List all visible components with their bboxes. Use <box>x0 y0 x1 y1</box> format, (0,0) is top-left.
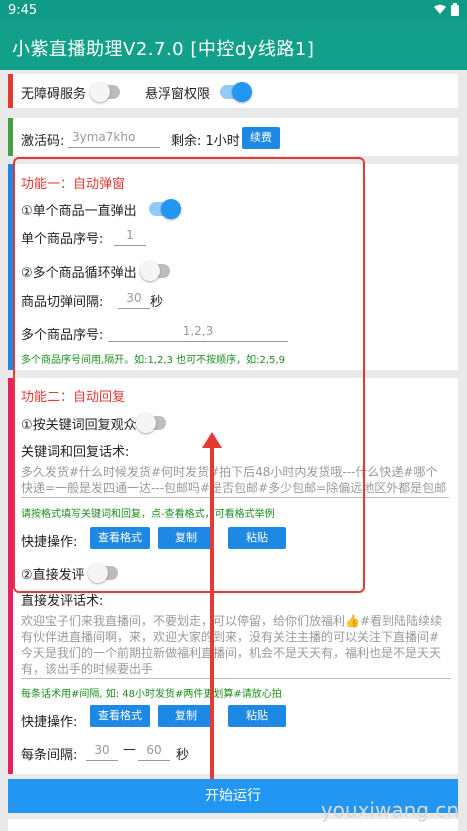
interval-unit: 秒 <box>150 295 164 310</box>
feature2-title: 功能二：自动回复 <box>21 390 126 405</box>
interval-input[interactable]: 30 <box>118 289 150 309</box>
direct-comment-label: ②直接发评 <box>21 568 85 583</box>
permissions-card: 无障碍服务 悬浮窗权限 <box>8 74 458 108</box>
paste-button[interactable]: 粘贴 <box>228 527 286 549</box>
interval-label: 商品切弹间隔: <box>21 295 104 310</box>
feature1-title: 功能一：自动弹窗 <box>21 177 126 192</box>
multi-product-label: ②多个商品循环弹出 <box>21 266 137 281</box>
multi-index-label: 多个商品序号: <box>21 328 104 343</box>
remaining-time: 剩余: 1小时 <box>171 134 240 149</box>
activation-code-input[interactable]: 3yma7kho <box>68 128 160 148</box>
copy-button[interactable]: 复制 <box>158 527 214 549</box>
keyword-reply-label: ①按关键词回复观众 <box>21 418 137 433</box>
card-accent-bar <box>8 118 13 156</box>
view-format-button-2[interactable]: 查看格式 <box>90 705 150 727</box>
paste-button-2[interactable]: 粘贴 <box>228 705 286 727</box>
app-title: 小紫直播助理V2.7.0 [中控dy线路1] <box>12 39 315 60</box>
watermark: youxiwang.cn <box>320 798 459 822</box>
activation-code-label: 激活码: <box>21 134 65 149</box>
single-index-input[interactable]: 1 <box>114 226 146 246</box>
keyword-text-label: 关键词和回复话术: <box>21 445 130 460</box>
feature2-card: 功能二：自动回复 ①按关键词回复观众 关键词和回复话术: 多久发货#什么时候发货… <box>8 378 458 774</box>
card-accent-bar <box>8 378 13 774</box>
copy-button-2[interactable]: 复制 <box>158 705 214 727</box>
quick-ops-label-2: 快捷操作: <box>21 715 78 730</box>
view-format-button[interactable]: 查看格式 <box>90 527 150 549</box>
quick-ops-label: 快捷操作: <box>21 535 78 550</box>
interval-max-input[interactable]: 60 <box>138 741 170 761</box>
card-accent-bar <box>8 74 13 108</box>
feature1-card: 功能一：自动弹窗 ①单个商品一直弹出 单个商品序号: 1 ②多个商品循环弹出 商… <box>8 164 458 370</box>
multi-index-input[interactable]: 1,2,3 <box>108 322 288 342</box>
status-bar: 9:45 <box>0 0 467 22</box>
card-accent-bar <box>8 164 13 370</box>
interval-unit-2: 秒 <box>176 748 190 763</box>
single-product-label: ①单个商品一直弹出 <box>21 204 137 219</box>
direct-text-label: 直接发评话术: <box>21 594 104 609</box>
arrow-annotation <box>210 445 214 790</box>
accessibility-toggle[interactable] <box>90 82 120 102</box>
status-icons <box>434 3 459 16</box>
overlay-label: 悬浮窗权限 <box>145 87 211 102</box>
single-product-toggle[interactable] <box>149 199 181 219</box>
accessibility-label: 无障碍服务 <box>21 87 87 102</box>
renew-button[interactable]: 续费 <box>242 127 280 149</box>
overlay-toggle[interactable] <box>220 82 252 102</box>
direct-hint: 每条话术用#间隔, 如: 48小时发货#两件更划算#请放心拍 <box>21 689 282 700</box>
wifi-icon <box>434 4 446 14</box>
app-bar: 小紫直播助理V2.7.0 [中控dy线路1] <box>0 22 467 70</box>
feature1-hint: 多个商品序号间用,隔开。如:1,2,3 也可不按顺序，如:2,5,9 <box>21 355 285 366</box>
battery-icon <box>451 3 459 16</box>
arrow-head <box>202 432 222 448</box>
status-time: 9:45 <box>8 3 38 18</box>
interval-min-input[interactable]: 30 <box>86 741 118 761</box>
keyword-hint: 请按格式填写关键词和回复，点-查看格式，可看格式举例 <box>21 509 275 520</box>
activation-card: 激活码: 3yma7kho 剩余: 1小时 续费 <box>8 118 458 156</box>
interval-dash: — <box>123 742 136 757</box>
direct-comment-toggle[interactable] <box>88 563 118 583</box>
keyword-reply-textarea[interactable]: 多久发货#什么时候发货#何时发货#拍下后48小时内发货哦---什么快递#哪个快递… <box>21 464 449 498</box>
each-interval-label: 每条间隔: <box>21 748 78 763</box>
single-index-label: 单个商品序号: <box>21 232 104 247</box>
keyword-reply-toggle[interactable] <box>136 413 166 433</box>
direct-comment-textarea[interactable]: 欢迎宝子们来我直播间，不要划走，可以停留，给你们放福利👍#看到陆陆续续有伙伴进直… <box>21 613 451 679</box>
multi-product-toggle[interactable] <box>140 261 170 281</box>
